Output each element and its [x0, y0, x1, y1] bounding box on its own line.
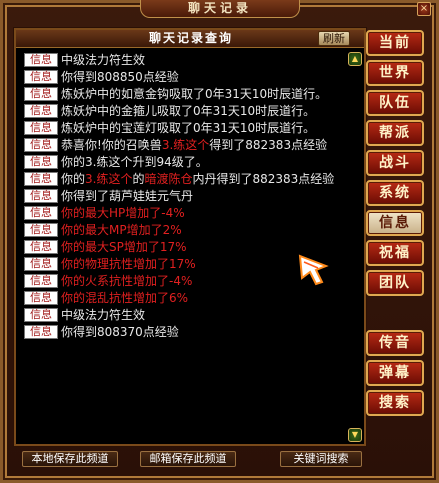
- entry-text: 你的最大HP增加了-4%: [61, 206, 185, 220]
- channel-button[interactable]: 世界: [366, 60, 424, 86]
- entry-text: 你的最大SP增加了17%: [61, 240, 187, 254]
- channel-button[interactable]: 帮派: [366, 120, 424, 146]
- channel-tag[interactable]: 信息: [24, 104, 58, 118]
- channel-tag[interactable]: 信息: [24, 308, 58, 322]
- close-button[interactable]: ×: [417, 2, 431, 16]
- chat-entry: 信息 恭喜你!你的召唤兽3.练这个得到了882383点经验: [24, 137, 354, 154]
- channel-tag[interactable]: 信息: [24, 274, 58, 288]
- panel-title: 聊天记录查询: [148, 31, 233, 45]
- keyword-search-button[interactable]: 关键词搜索: [280, 451, 362, 467]
- chat-entry: 信息 你的最大MP增加了2%: [24, 222, 354, 239]
- chat-entry: 信息 炼妖炉中的宝莲灯吸取了0年31天10时辰道行。: [24, 120, 354, 137]
- entry-text: 你的物理抗性增加了17%: [61, 257, 196, 271]
- entry-text: 炼妖炉中的金箍儿吸取了0年31天10时辰道行。: [61, 104, 316, 118]
- cursor-icon: [298, 254, 329, 286]
- chat-entry: 信息 你的3.练这个升到94级了。: [24, 154, 354, 171]
- chat-entry: 信息 你的混乱抗性增加了6%: [24, 290, 354, 307]
- entry-text: 3.练这个: [85, 172, 133, 186]
- channel-button[interactable]: 弹幕: [366, 360, 424, 386]
- mail-save-button[interactable]: 邮箱保存此频道: [140, 451, 236, 467]
- entry-text: 你的最大MP增加了2%: [61, 223, 182, 237]
- channel-button[interactable]: 信息: [366, 210, 424, 236]
- chat-entry: 信息 中级法力符生效: [24, 52, 354, 69]
- chat-entry: 信息 你的3.练这个的暗渡陈仓内丹得到了882383点经验: [24, 171, 354, 188]
- channel-button[interactable]: 祝福: [366, 240, 424, 266]
- channel-tag[interactable]: 信息: [24, 206, 58, 220]
- chat-entry: 信息 你得到808850点经验: [24, 69, 354, 86]
- channel-tag[interactable]: 信息: [24, 223, 58, 237]
- entry-text: 你得到了葫芦娃娃元气丹: [61, 189, 194, 203]
- entry-text: 你的: [61, 172, 86, 186]
- channel-button[interactable]: 团队: [366, 270, 424, 296]
- channel-button[interactable]: 搜索: [366, 390, 424, 416]
- scroll-up-icon[interactable]: ▲: [348, 52, 362, 66]
- entry-text: 中级法力符生效: [61, 53, 146, 67]
- channel-tag[interactable]: 信息: [24, 325, 58, 339]
- channel-button[interactable]: 传音: [366, 330, 424, 356]
- entry-text: 炼妖炉中的宝莲灯吸取了0年31天10时辰道行。: [61, 121, 316, 135]
- channel-tag[interactable]: 信息: [24, 291, 58, 305]
- channel-tag[interactable]: 信息: [24, 257, 58, 271]
- entry-text: 你的混乱抗性增加了6%: [61, 291, 189, 305]
- channel-tag[interactable]: 信息: [24, 155, 58, 169]
- entry-text: 3.练这个: [161, 138, 210, 152]
- window-title: 聊天记录: [140, 0, 300, 18]
- channel-tag[interactable]: 信息: [24, 53, 58, 67]
- entry-text: 恭喜你!你的召唤兽: [61, 138, 162, 152]
- panel-header: 聊天记录查询 刷新: [16, 30, 364, 48]
- channel-tag[interactable]: 信息: [24, 70, 58, 84]
- save-local-button[interactable]: 本地保存此频道: [22, 451, 118, 467]
- channel-button[interactable]: 系统: [366, 180, 424, 206]
- chat-entry: 信息 炼妖炉中的如意金钩吸取了0年31天10时辰道行。: [24, 86, 354, 103]
- scroll-down-icon[interactable]: ▼: [348, 428, 362, 442]
- entry-text: 暗渡陈仓: [144, 172, 193, 186]
- entry-text: 的: [132, 172, 145, 186]
- refresh-button[interactable]: 刷新: [318, 31, 350, 46]
- channel-tag[interactable]: 信息: [24, 87, 58, 101]
- chat-entry: 信息 你的最大HP增加了-4%: [24, 205, 354, 222]
- channel-tag[interactable]: 信息: [24, 138, 58, 152]
- entry-text: 你的火系抗性增加了-4%: [61, 274, 193, 288]
- channel-tag[interactable]: 信息: [24, 172, 58, 186]
- entry-text: 得到了882383点经验: [209, 138, 328, 152]
- channel-button[interactable]: 当前: [366, 30, 424, 56]
- entry-text: 内丹得到了882383点经验: [192, 172, 335, 186]
- entry-text: 你得到808370点经验: [61, 325, 179, 339]
- entry-text: 你得到808850点经验: [61, 70, 179, 84]
- channel-button[interactable]: 队伍: [366, 90, 424, 116]
- entry-text: 你的3.练这个升到94级了。: [61, 155, 208, 169]
- channel-button[interactable]: 战斗: [366, 150, 424, 176]
- chat-entry: 信息 炼妖炉中的金箍儿吸取了0年31天10时辰道行。: [24, 103, 354, 120]
- chat-entry: 信息 你得到了葫芦娃娃元气丹: [24, 188, 354, 205]
- chat-log-list[interactable]: 信息 中级法力符生效 信息 你得到808850点经验 信息 炼妖炉中的如意金钩吸取了0年3…: [24, 52, 354, 448]
- entry-text: 中级法力符生效: [61, 308, 146, 322]
- chat-log-panel: 聊天记录查询 刷新 信息 中级法力符生效 信息 你得到808850点经验 信息 炼妖炉中的…: [14, 28, 366, 446]
- channel-tag[interactable]: 信息: [24, 121, 58, 135]
- chat-entry: 信息 中级法力符生效: [24, 307, 354, 324]
- chat-entry: 信息 你得到808370点经验: [24, 324, 354, 341]
- channel-tag[interactable]: 信息: [24, 189, 58, 203]
- channel-tag[interactable]: 信息: [24, 240, 58, 254]
- entry-text: 炼妖炉中的如意金钩吸取了0年31天10时辰道行。: [61, 87, 328, 101]
